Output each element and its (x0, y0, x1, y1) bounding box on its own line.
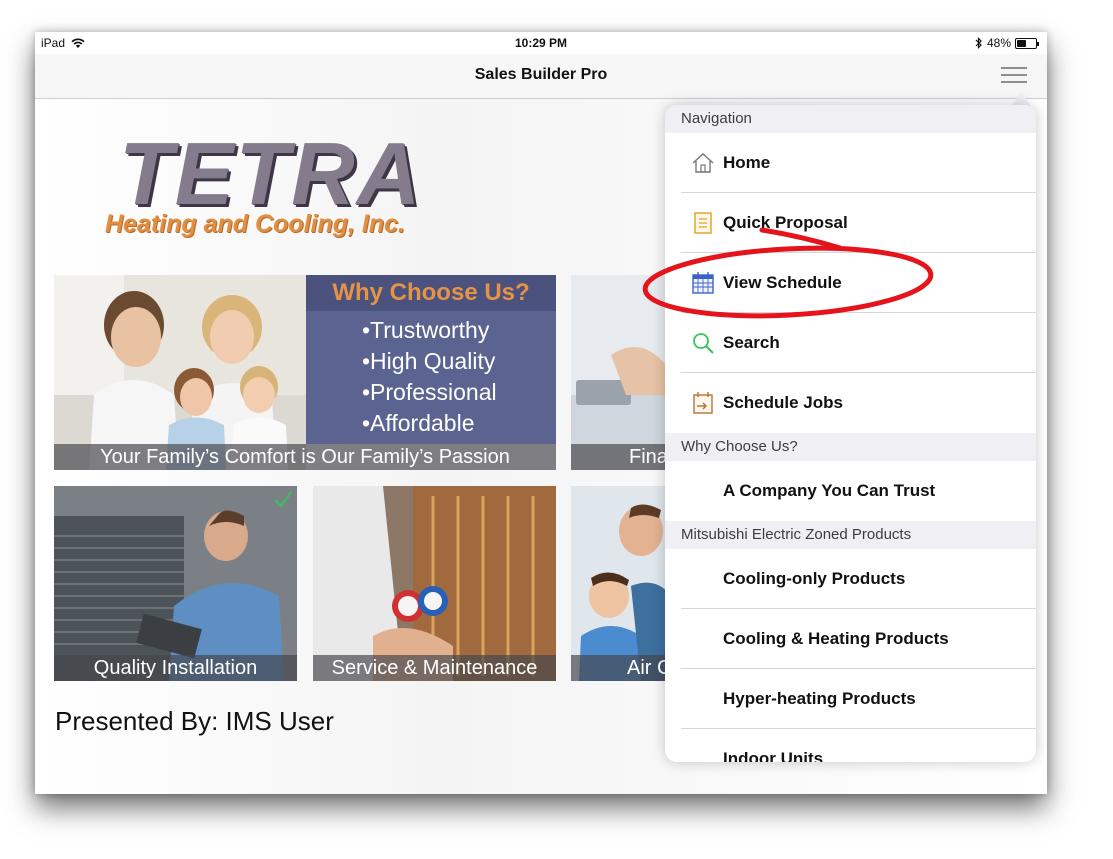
why-choose-us-panel: Why Choose Us? •Trustworthy •High Qualit… (306, 275, 556, 444)
menu-label: Search (723, 333, 780, 352)
app-title: Sales Builder Pro (474, 66, 608, 83)
menu-label: A Company You Can Trust (723, 481, 936, 500)
menu-item-cooling-only[interactable]: Cooling-only Products (665, 549, 1036, 609)
menu-item-company-trust[interactable]: A Company You Can Trust (665, 461, 1036, 521)
service-photo (313, 486, 556, 681)
presented-by: Presented By: IMS User (55, 706, 334, 737)
air-conditioning-tile[interactable]: Air C (571, 486, 671, 681)
menu-label: Indoor Units (723, 749, 824, 762)
service-maintenance-caption: Service & Maintenance (313, 655, 556, 681)
section-header-navigation: Navigation (665, 105, 1036, 133)
magnifier-icon (693, 333, 714, 354)
status-bar: iPad 10:29 PM 48% (35, 32, 1047, 54)
schedule-jobs-icon (693, 392, 713, 414)
menu-pointer (1011, 92, 1031, 106)
logo-tagline: Heating and Cooling, Inc. (105, 210, 405, 238)
finance-photo (571, 275, 671, 470)
hero-tile[interactable]: Why Choose Us? •Trustworthy •High Qualit… (54, 275, 556, 470)
why-item: •Professional (362, 379, 497, 405)
bluetooth-icon (975, 37, 982, 49)
calendar-icon (692, 272, 714, 294)
installer-photo (54, 486, 297, 681)
hero-caption: Your Family’s Comfort is Our Family’s Pa… (54, 444, 556, 470)
menu-label: Hyper-heating Products (723, 689, 916, 708)
navigation-bar: Sales Builder Pro (35, 54, 1047, 99)
why-item: •High Quality (362, 348, 496, 374)
menu-label: Cooling-only Products (723, 569, 906, 588)
air-conditioning-caption: Air C (571, 655, 671, 681)
why-item: •Affordable (362, 410, 475, 436)
battery-icon (1015, 37, 1039, 49)
presented-label: Presented By: (55, 706, 219, 736)
menu-label: Schedule Jobs (723, 393, 843, 412)
menu-label: Quick Proposal (723, 213, 848, 232)
menu-label: Home (723, 153, 771, 172)
checkmark-icon (274, 491, 292, 508)
section-header-mitsubishi: Mitsubishi Electric Zoned Products (665, 521, 1036, 549)
navigation-menu: Navigation Home Quick Proposal View Sche… (665, 105, 1036, 762)
section-header-why-choose-us: Why Choose Us? (665, 433, 1036, 461)
hamburger-menu-icon[interactable] (1001, 67, 1027, 85)
why-item: •Trustworthy (362, 317, 490, 343)
family-photo (54, 275, 306, 470)
father-son-photo (571, 486, 671, 681)
menu-item-view-schedule[interactable]: View Schedule (665, 253, 1036, 313)
house-icon (692, 153, 714, 173)
service-maintenance-tile[interactable]: Service & Maintenance (313, 486, 556, 681)
logo-wordmark: TETRA (119, 124, 423, 223)
menu-item-schedule-jobs[interactable]: Schedule Jobs (665, 373, 1036, 433)
financing-caption: Fina (571, 444, 671, 470)
menu-item-indoor-units[interactable]: Indoor Units (665, 729, 1036, 762)
clock: 10:29 PM (514, 36, 568, 50)
menu-label: Cooling & Heating Products (723, 629, 949, 648)
presenter-name: IMS User (225, 706, 334, 736)
menu-item-quick-proposal[interactable]: Quick Proposal (665, 193, 1036, 253)
menu-item-home[interactable]: Home (665, 133, 1036, 193)
quality-installation-tile[interactable]: Quality Installation (54, 486, 297, 681)
menu-item-search[interactable]: Search (665, 313, 1036, 373)
battery-percent: 48% (986, 36, 1011, 50)
quality-installation-caption: Quality Installation (54, 655, 297, 681)
ipad-screen: iPad 10:29 PM 48% Sales Builder Pro TETR… (35, 32, 1047, 794)
menu-item-cooling-heating[interactable]: Cooling & Heating Products (665, 609, 1036, 669)
company-logo: TETRA Heating and Cooling, Inc. (105, 129, 465, 249)
menu-item-hyper-heating[interactable]: Hyper-heating Products (665, 669, 1036, 729)
why-title: Why Choose Us? (306, 275, 556, 311)
financing-tile[interactable]: Fina (571, 275, 671, 470)
menu-label: View Schedule (723, 273, 842, 292)
document-icon (694, 212, 712, 234)
